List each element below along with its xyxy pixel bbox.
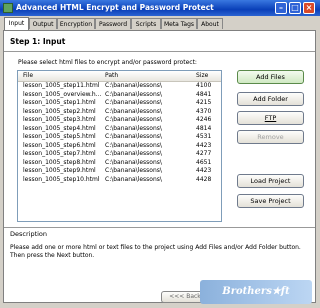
tab-password[interactable]: Password — [95, 18, 131, 29]
step-title: Step 1: Input — [10, 37, 66, 46]
path-cell: C:\banana\lessons\ — [105, 99, 162, 106]
column-file[interactable]: File — [23, 72, 33, 79]
tab-encryption[interactable]: Encryption — [57, 18, 95, 29]
column-size[interactable]: Size — [196, 72, 208, 79]
table-row[interactable]: lesson_1005_step1.html C:\banana\lessons\… — [18, 99, 221, 108]
file-cell: lesson_1005_step3.html — [23, 116, 96, 123]
size-cell: 4370 — [196, 107, 212, 115]
path-cell: C:\banana\lessons\ — [105, 124, 162, 132]
save-project-button[interactable]: Save Project — [237, 194, 304, 208]
file-cell: lesson_1005_overview.h... — [23, 90, 102, 98]
size-cell: 4100 — [196, 82, 212, 89]
divider — [4, 51, 315, 52]
size-cell: 4531 — [196, 133, 212, 140]
window-title: Advanced HTML Encrypt and Password Prote… — [16, 3, 214, 12]
description-text: Please add one or more html or text file… — [10, 244, 301, 259]
size-cell: 4215 — [196, 99, 212, 106]
path-cell: C:\banana\lessons\ — [105, 107, 162, 115]
tab-scripts[interactable]: Scripts — [131, 18, 161, 29]
file-cell: lesson_1005_step11.html — [23, 82, 100, 89]
file-cell: lesson_1005_step4.html — [23, 124, 96, 132]
size-cell: 4277 — [196, 150, 212, 157]
column-path[interactable]: Path — [105, 72, 118, 79]
tab-meta-tags[interactable]: Meta Tags — [161, 18, 197, 29]
divider — [4, 227, 315, 228]
file-list[interactable]: File Path Size lesson_1005_step11.html C:… — [17, 70, 222, 222]
input-page: Step 1: Input Please select html files t… — [3, 30, 316, 303]
file-cell: lesson_1005_step10.html — [23, 175, 100, 183]
file-cell: lesson_1005_step7.html — [23, 150, 96, 157]
path-cell: C:\banana\lessons\ — [105, 158, 162, 166]
tab-about[interactable]: About — [197, 18, 223, 29]
load-project-button[interactable]: Load Project — [237, 174, 304, 188]
table-row[interactable]: lesson_1005_step10.html C:\banana\lessons… — [18, 176, 221, 185]
table-row[interactable]: lesson_1005_step3.html C:\banana\lessons\… — [18, 116, 221, 125]
table-row[interactable]: lesson_1005_step11.html C:\banana\lessons… — [18, 82, 221, 91]
size-cell: 4841 — [196, 90, 212, 98]
file-cell: lesson_1005_step6.html — [23, 141, 96, 149]
file-cell: lesson_1005_step8.html — [23, 158, 96, 166]
file-cell: lesson_1005_step2.html — [23, 107, 96, 115]
table-row[interactable]: lesson_1005_step6.html C:\banana\lessons\… — [18, 142, 221, 151]
tab-input[interactable]: Input — [4, 17, 29, 30]
add-folder-button[interactable]: Add Folder — [237, 92, 304, 106]
path-cell: C:\banana\lessons\ — [105, 167, 162, 174]
size-cell: 4814 — [196, 124, 212, 132]
table-row[interactable]: lesson_1005_step8.html C:\banana\lessons\… — [18, 159, 221, 168]
add-files-button[interactable]: Add Files — [237, 70, 304, 84]
table-row[interactable]: lesson_1005_step9.html C:\banana\lessons\… — [18, 167, 221, 176]
watermark: Brothers★ft — [200, 280, 312, 304]
app-icon — [3, 3, 13, 13]
minimize-icon[interactable]: – — [275, 2, 287, 14]
path-cell: C:\banana\lessons\ — [105, 116, 162, 123]
table-row[interactable]: lesson_1005_step5.html C:\banana\lessons\… — [18, 133, 221, 142]
size-cell: 4246 — [196, 116, 212, 123]
path-cell: C:\banana\lessons\ — [105, 150, 162, 157]
file-cell: lesson_1005_step5.html — [23, 133, 96, 140]
size-cell: 4423 — [196, 167, 212, 174]
title-bar: Advanced HTML Encrypt and Password Prote… — [0, 0, 320, 16]
tab-output[interactable]: Output — [29, 18, 57, 29]
table-row[interactable]: lesson_1005_step4.html C:\banana\lessons\… — [18, 125, 221, 134]
remove-button[interactable]: Remove — [237, 130, 304, 144]
file-cell: lesson_1005_step9.html — [23, 167, 96, 174]
path-cell: C:\banana\lessons\ — [105, 90, 162, 98]
size-cell: 4423 — [196, 141, 212, 149]
table-row[interactable]: lesson_1005_overview.h... C:\banana\lesso… — [18, 91, 221, 100]
path-cell: C:\banana\lessons\ — [105, 141, 162, 149]
table-row[interactable]: lesson_1005_step7.html C:\banana\lessons\… — [18, 150, 221, 159]
path-cell: C:\banana\lessons\ — [105, 133, 162, 140]
size-cell: 4428 — [196, 175, 212, 183]
file-cell: lesson_1005_step1.html — [23, 99, 96, 106]
path-cell: C:\banana\lessons\ — [105, 82, 162, 89]
instruction-text: Please select html files to encrypt and/… — [18, 59, 197, 66]
close-icon[interactable]: × — [303, 2, 315, 14]
description-label: Description — [10, 230, 48, 238]
ftp-button[interactable]: FTP — [237, 111, 304, 125]
maximize-icon[interactable]: □ — [289, 2, 301, 14]
path-cell: C:\banana\lessons\ — [105, 175, 162, 183]
table-row[interactable]: lesson_1005_step2.html C:\banana\lessons\… — [18, 108, 221, 117]
size-cell: 4651 — [196, 158, 212, 166]
list-header: File Path Size — [18, 71, 221, 82]
